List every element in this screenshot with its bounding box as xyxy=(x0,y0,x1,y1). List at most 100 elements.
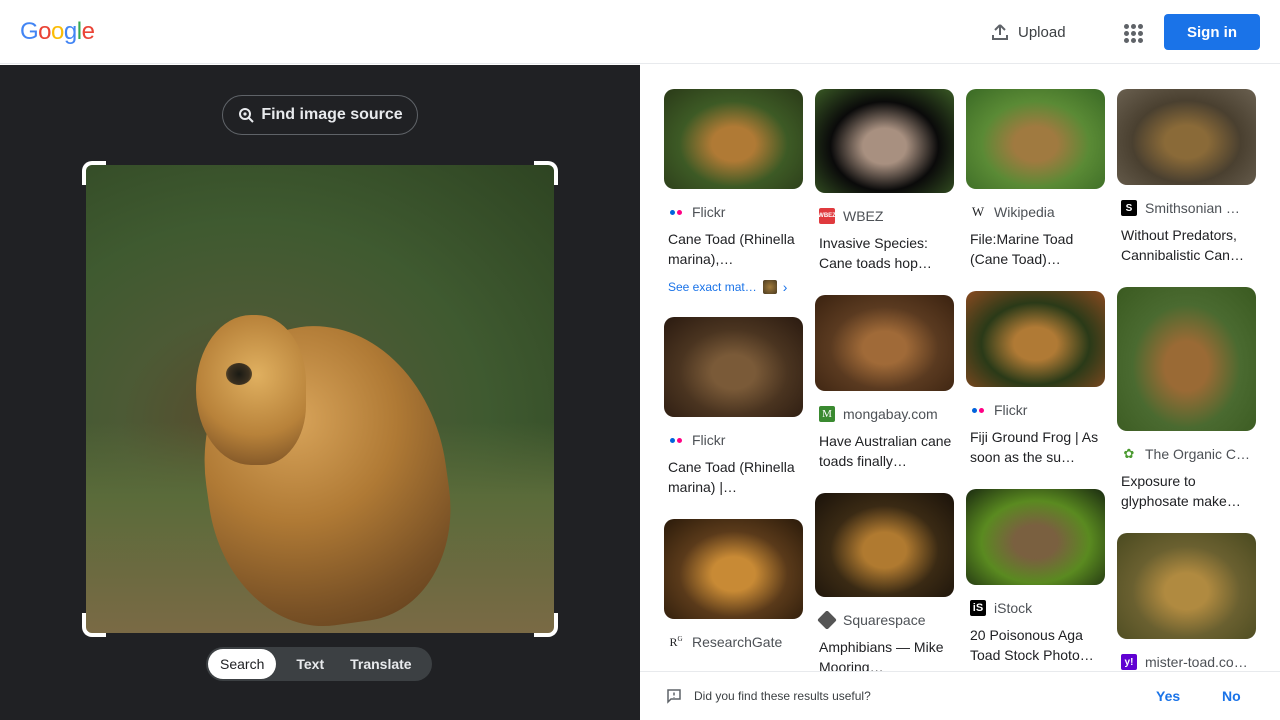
wikipedia-favicon-icon: W xyxy=(971,204,985,219)
result-source[interactable]: Mmongabay.com xyxy=(815,405,954,423)
mode-switcher: Search Text Translate xyxy=(206,647,432,681)
result-card[interactable]: y! mister-toad.co… xyxy=(1117,533,1256,671)
top-bar: Google Upload Sign in xyxy=(0,0,1280,64)
upload-label: Upload xyxy=(1018,23,1066,41)
result-source[interactable]: S Smithsonian … xyxy=(1117,199,1256,217)
result-title[interactable]: Have Australian cane toads finally… xyxy=(815,431,954,471)
result-source-name: ResearchGate xyxy=(692,634,783,650)
result-source[interactable]: RG ResearchGate xyxy=(664,633,803,651)
find-image-source-button[interactable]: Find image source xyxy=(222,95,418,135)
result-thumbnail[interactable] xyxy=(1117,533,1256,639)
result-thumbnail[interactable] xyxy=(664,519,803,619)
result-thumbnail[interactable] xyxy=(966,291,1105,387)
results-panel: Flickr Cane Toad (Rhinella marina),… See e… xyxy=(640,65,1280,671)
result-thumbnail[interactable] xyxy=(966,89,1105,189)
find-source-label: Find image source xyxy=(261,106,403,123)
result-thumbnail[interactable] xyxy=(815,493,954,597)
result-thumbnail[interactable] xyxy=(1117,89,1256,185)
feedback-bar: Did you find these results useful? Yes N… xyxy=(640,671,1280,720)
apps-grid-icon[interactable] xyxy=(1118,18,1146,46)
result-thumbnail[interactable] xyxy=(664,317,803,417)
sign-in-button[interactable]: Sign in xyxy=(1164,14,1260,50)
result-source[interactable]: ✿ The Organic C… xyxy=(1117,445,1256,463)
crop-handle-top-left[interactable] xyxy=(82,161,106,185)
upload-button[interactable]: Upload xyxy=(990,18,1066,46)
logo-letter: o xyxy=(51,18,64,45)
result-source[interactable]: Squarespace xyxy=(815,611,954,629)
result-card[interactable]: W Wikipedia File:Marine Toad (Cane Toad)… xyxy=(966,89,1105,269)
logo-letter: G xyxy=(20,18,39,45)
see-exact-matches-link[interactable]: See exact mat… › xyxy=(664,279,803,295)
result-title[interactable]: Cane Toad (Rhinella marina),… xyxy=(664,229,803,269)
result-source-name: mister-toad.co… xyxy=(1145,654,1248,670)
result-source[interactable]: y! mister-toad.co… xyxy=(1117,653,1256,671)
result-source-name: Flickr xyxy=(692,432,726,448)
results-column: WBEZ WBEZ Invasive Species: Cane toads hop… xyxy=(815,89,954,671)
result-card[interactable]: Flickr Cane Toad (Rhinella marina),… See e… xyxy=(664,89,803,295)
result-title[interactable]: Fiji Ground Frog | As soon as the su… xyxy=(966,427,1105,467)
flickr-favicon-icon xyxy=(668,204,684,220)
query-image[interactable] xyxy=(86,165,554,633)
result-source-name: iStock xyxy=(994,600,1033,616)
result-title[interactable]: Amphibians — Mike Mooring… xyxy=(815,637,954,671)
logo-letter: o xyxy=(38,18,52,45)
see-exact-matches-label: See exact mat… xyxy=(668,280,757,294)
result-source[interactable]: W Wikipedia xyxy=(966,203,1105,221)
result-source[interactable]: WBEZ WBEZ xyxy=(815,207,954,225)
toad-image-eye xyxy=(226,363,252,385)
result-card[interactable]: Flickr Fiji Ground Frog | As soon as the … xyxy=(966,291,1105,467)
result-thumbnail[interactable] xyxy=(815,295,954,391)
result-source-name: Wikipedia xyxy=(994,204,1055,220)
result-source[interactable]: iS iStock xyxy=(966,599,1105,617)
feedback-yes-button[interactable]: Yes xyxy=(1156,688,1180,704)
upload-icon xyxy=(992,24,1008,40)
squarespace-favicon-icon xyxy=(817,611,837,629)
result-source-name: WBEZ xyxy=(843,208,884,224)
result-card[interactable]: ✿ The Organic C… Exposure to glyphosate ma… xyxy=(1117,287,1256,511)
feedback-no-button[interactable]: No xyxy=(1222,688,1241,704)
result-card[interactable]: S Smithsonian … Without Predators, Canniba… xyxy=(1117,89,1256,265)
crop-handle-bottom-left[interactable] xyxy=(82,613,106,637)
feedback-icon xyxy=(667,689,681,704)
result-card[interactable]: Mmongabay.com Have Australian cane toads … xyxy=(815,295,954,471)
result-title[interactable]: 20 Poisonous Aga Toad Stock Photo… xyxy=(966,625,1105,665)
organic-favicon-icon: ✿ xyxy=(1123,446,1135,461)
yahoo-favicon-icon: y! xyxy=(1121,654,1137,670)
mode-translate[interactable]: Translate xyxy=(338,649,423,679)
result-source[interactable]: Flickr xyxy=(664,431,803,449)
crop-handle-bottom-right[interactable] xyxy=(534,613,558,637)
result-source-name: Squarespace xyxy=(843,612,926,628)
result-thumbnail[interactable] xyxy=(1117,287,1256,431)
result-card[interactable]: Squarespace Amphibians — Mike Mooring… xyxy=(815,493,954,671)
result-card[interactable]: RG ResearchGate xyxy=(664,519,803,671)
result-source[interactable]: Flickr xyxy=(664,203,803,221)
smithsonian-favicon-icon: S xyxy=(1121,200,1137,216)
result-title[interactable]: Invasive Species: Cane toads hop… xyxy=(815,233,954,273)
toad-image-head xyxy=(196,315,306,465)
result-title[interactable]: Exposure to glyphosate make… xyxy=(1117,471,1256,511)
google-logo[interactable]: Google xyxy=(20,18,95,46)
query-image-panel: Find image source Search Text Translate xyxy=(0,65,640,720)
result-thumbnail[interactable] xyxy=(966,489,1105,585)
result-card[interactable]: iS iStock 20 Poisonous Aga Toad Stock Phot… xyxy=(966,489,1105,665)
logo-letter: e xyxy=(81,18,95,45)
crop-handle-top-right[interactable] xyxy=(534,161,558,185)
result-source-name: Flickr xyxy=(994,402,1028,418)
result-source[interactable]: Flickr xyxy=(966,401,1105,419)
result-thumbnail[interactable] xyxy=(815,89,954,193)
image-search-icon xyxy=(239,108,255,123)
result-title[interactable] xyxy=(664,659,803,671)
result-card[interactable]: Flickr Cane Toad (Rhinella marina) |… xyxy=(664,317,803,497)
wbez-favicon-icon: WBEZ xyxy=(818,208,836,224)
result-title[interactable]: File:Marine Toad (Cane Toad)… xyxy=(966,229,1105,269)
researchgate-favicon-icon: RG xyxy=(669,634,683,649)
results-column: S Smithsonian … Without Predators, Canniba… xyxy=(1117,89,1256,671)
exact-match-thumbnail xyxy=(762,280,777,294)
result-card[interactable]: WBEZ WBEZ Invasive Species: Cane toads hop… xyxy=(815,89,954,273)
mode-text[interactable]: Text xyxy=(276,649,338,679)
result-thumbnail[interactable] xyxy=(664,89,803,189)
result-title[interactable]: Cane Toad (Rhinella marina) |… xyxy=(664,457,803,497)
result-title[interactable]: Without Predators, Cannibalistic Can… xyxy=(1117,225,1256,265)
result-source-name: Smithsonian … xyxy=(1145,200,1240,216)
mode-search[interactable]: Search xyxy=(208,649,277,679)
